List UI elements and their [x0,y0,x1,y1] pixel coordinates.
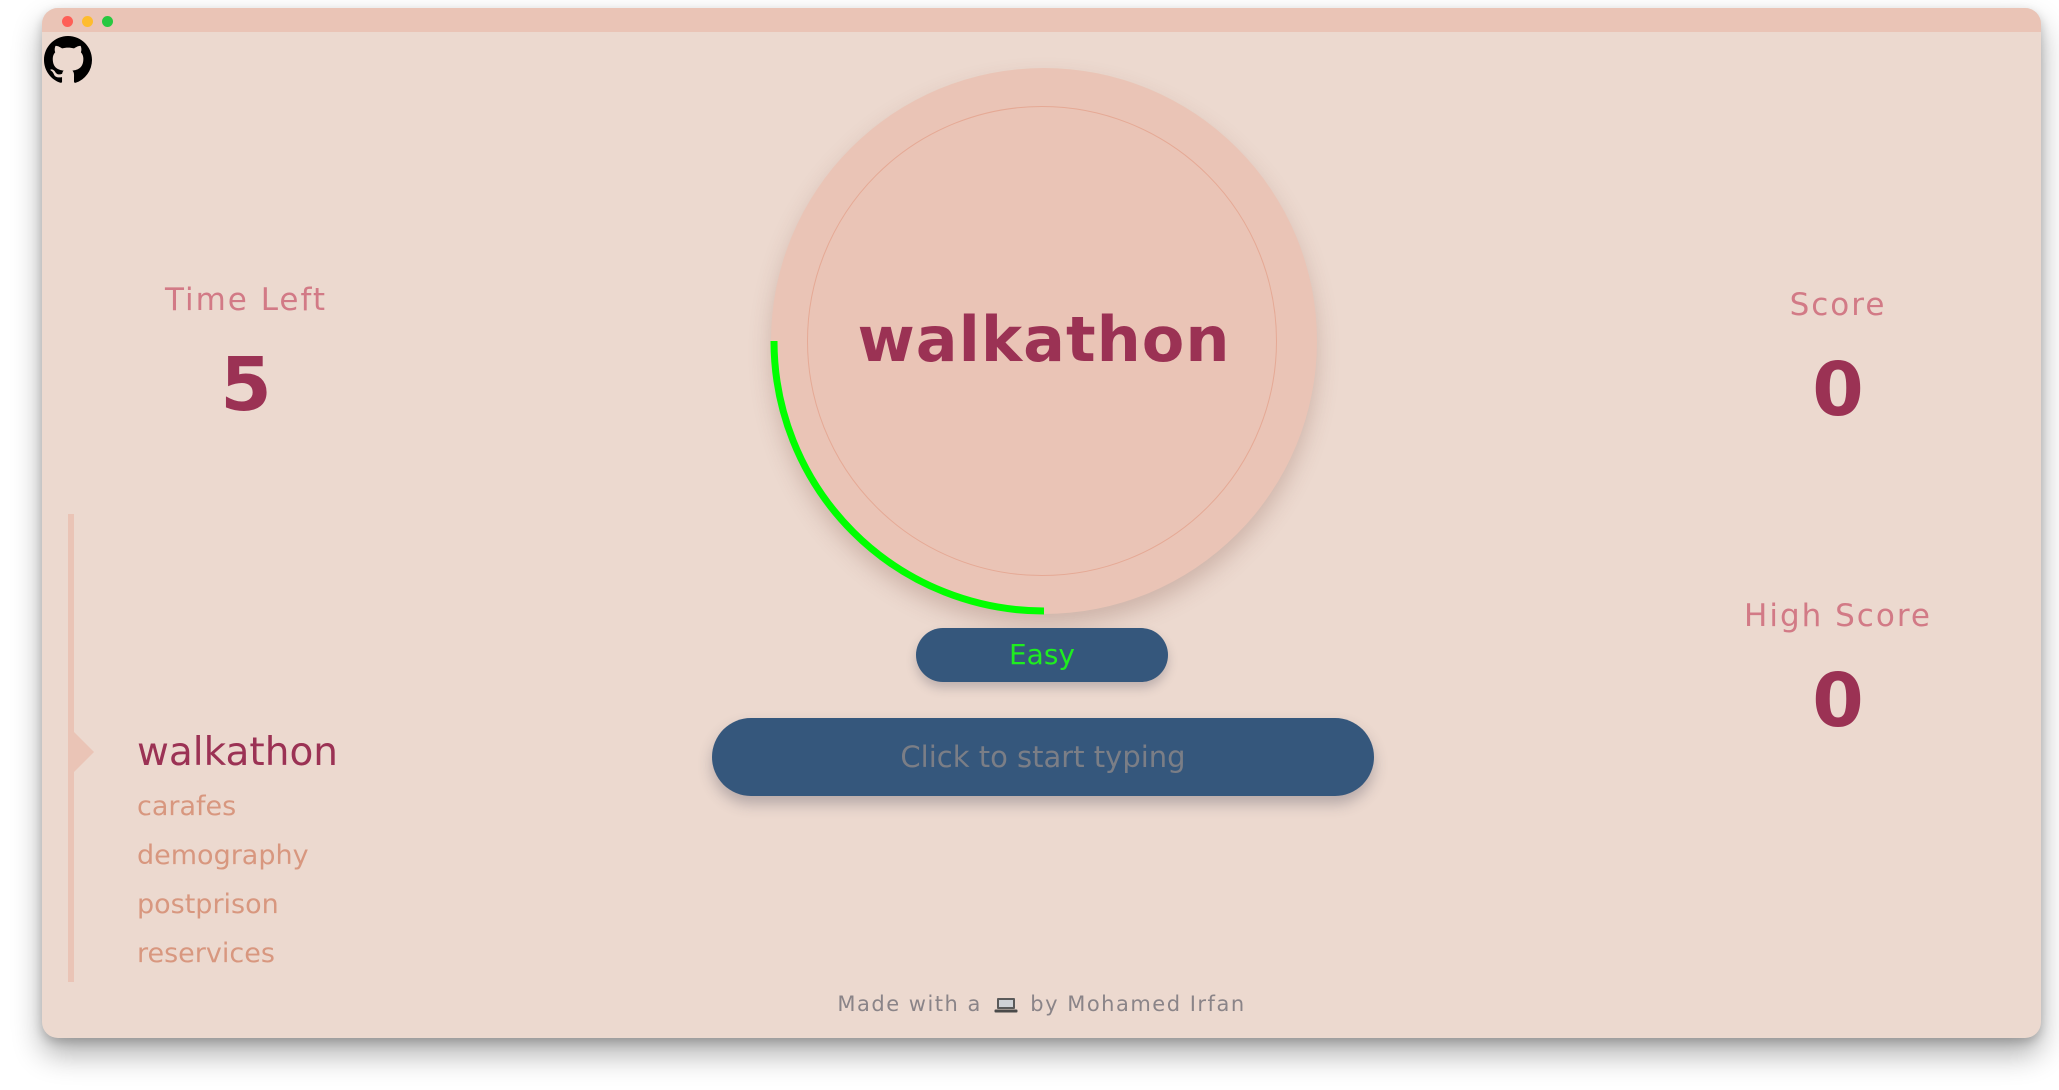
time-left-value: 5 [220,342,272,428]
time-left-label: Time Left [164,282,328,318]
word-list-item: reservices [137,938,275,969]
laptop-icon [994,995,1018,1013]
score-value: 0 [1812,347,1864,433]
maximize-window-button[interactable] [102,16,113,27]
close-window-button[interactable] [62,16,73,27]
timer-progress-arc [770,340,1045,615]
score-label: Score [1789,287,1887,323]
word-list-item-active: walkathon [137,730,339,775]
window-titlebar [42,8,2041,32]
footer-suffix: by Mohamed Irfan [1030,992,1246,1016]
word-list-pointer [74,732,94,772]
word-circle: walkathon [769,62,1319,622]
minimize-window-button[interactable] [82,16,93,27]
footer-prefix: Made with a [837,992,982,1016]
word-list: walkathon carafes demography postprison … [137,724,338,978]
typing-input[interactable]: Click to start typing [712,718,1374,796]
word-list-item: carafes [137,791,237,822]
footer: Made with a by Mohamed Irfan [42,992,2041,1016]
high-score-value: 0 [1812,658,1864,744]
github-icon[interactable] [44,36,92,84]
word-list-item: postprison [137,889,279,920]
word-list-item: demography [137,840,309,871]
high-score-label: High Score [1744,598,1932,634]
current-word: walkathon [857,303,1231,376]
difficulty-button[interactable]: Easy [916,628,1168,682]
app-window: Time Left 5 Score 0 High Score 0 walkath… [42,8,2041,1038]
